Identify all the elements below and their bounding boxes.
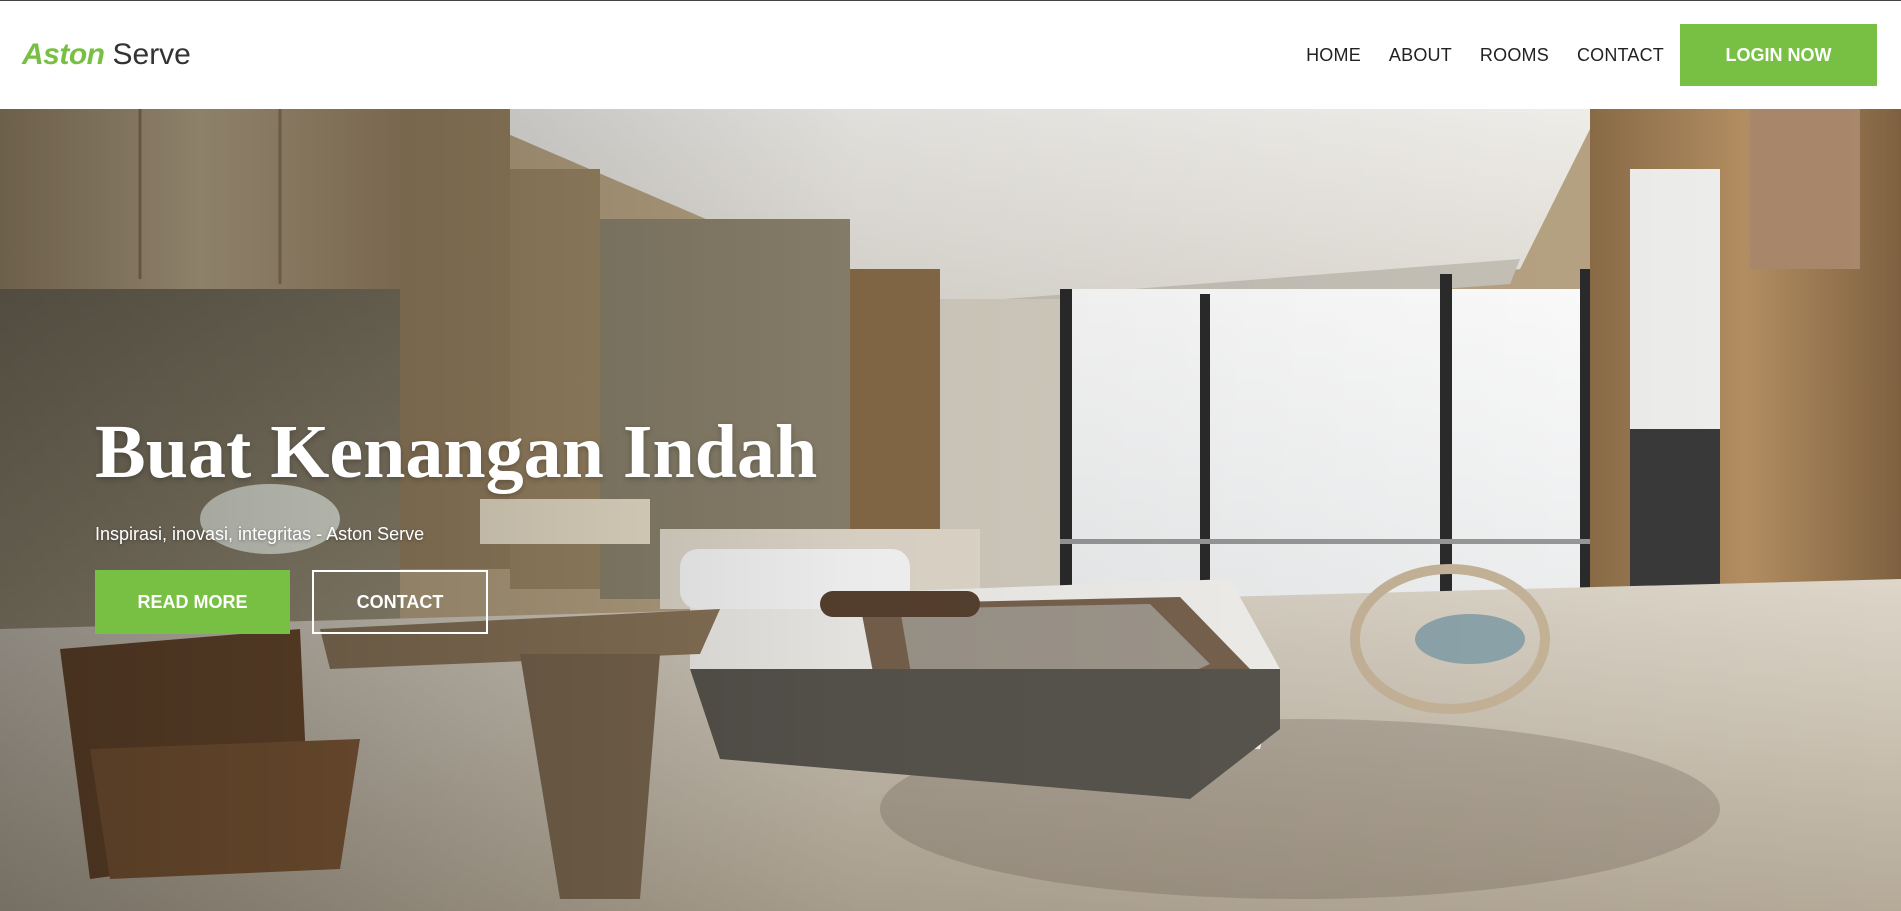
nav-link-contact[interactable]: CONTACT — [1577, 45, 1664, 66]
nav-link-about[interactable]: ABOUT — [1389, 45, 1452, 66]
brand-name-primary: Aston — [22, 38, 105, 71]
hero-content: Buat Kenangan Indah Inspirasi, inovasi, … — [95, 414, 995, 634]
read-more-button[interactable]: READ MORE — [95, 570, 290, 634]
contact-button[interactable]: CONTACT — [312, 570, 488, 634]
navbar: Aston Serve HOME ABOUT ROOMS CONTACT LOG… — [0, 0, 1901, 109]
nav-link-rooms[interactable]: ROOMS — [1480, 45, 1549, 66]
hero-buttons: READ MORE CONTACT — [95, 570, 995, 634]
hero-title: Buat Kenangan Indah — [95, 410, 818, 494]
hero-subtitle: Inspirasi, inovasi, integritas - Aston S… — [95, 524, 425, 544]
brand-logo[interactable]: Aston Serve — [22, 40, 191, 70]
nav-right: HOME ABOUT ROOMS CONTACT LOGIN NOW — [1306, 24, 1879, 86]
hero-section: Buat Kenangan Indah Inspirasi, inovasi, … — [0, 109, 1901, 911]
login-button[interactable]: LOGIN NOW — [1680, 24, 1877, 86]
nav-link-home[interactable]: HOME — [1306, 45, 1361, 66]
brand-name-secondary: Serve — [112, 38, 191, 71]
main-nav: HOME ABOUT ROOMS CONTACT — [1306, 45, 1664, 66]
